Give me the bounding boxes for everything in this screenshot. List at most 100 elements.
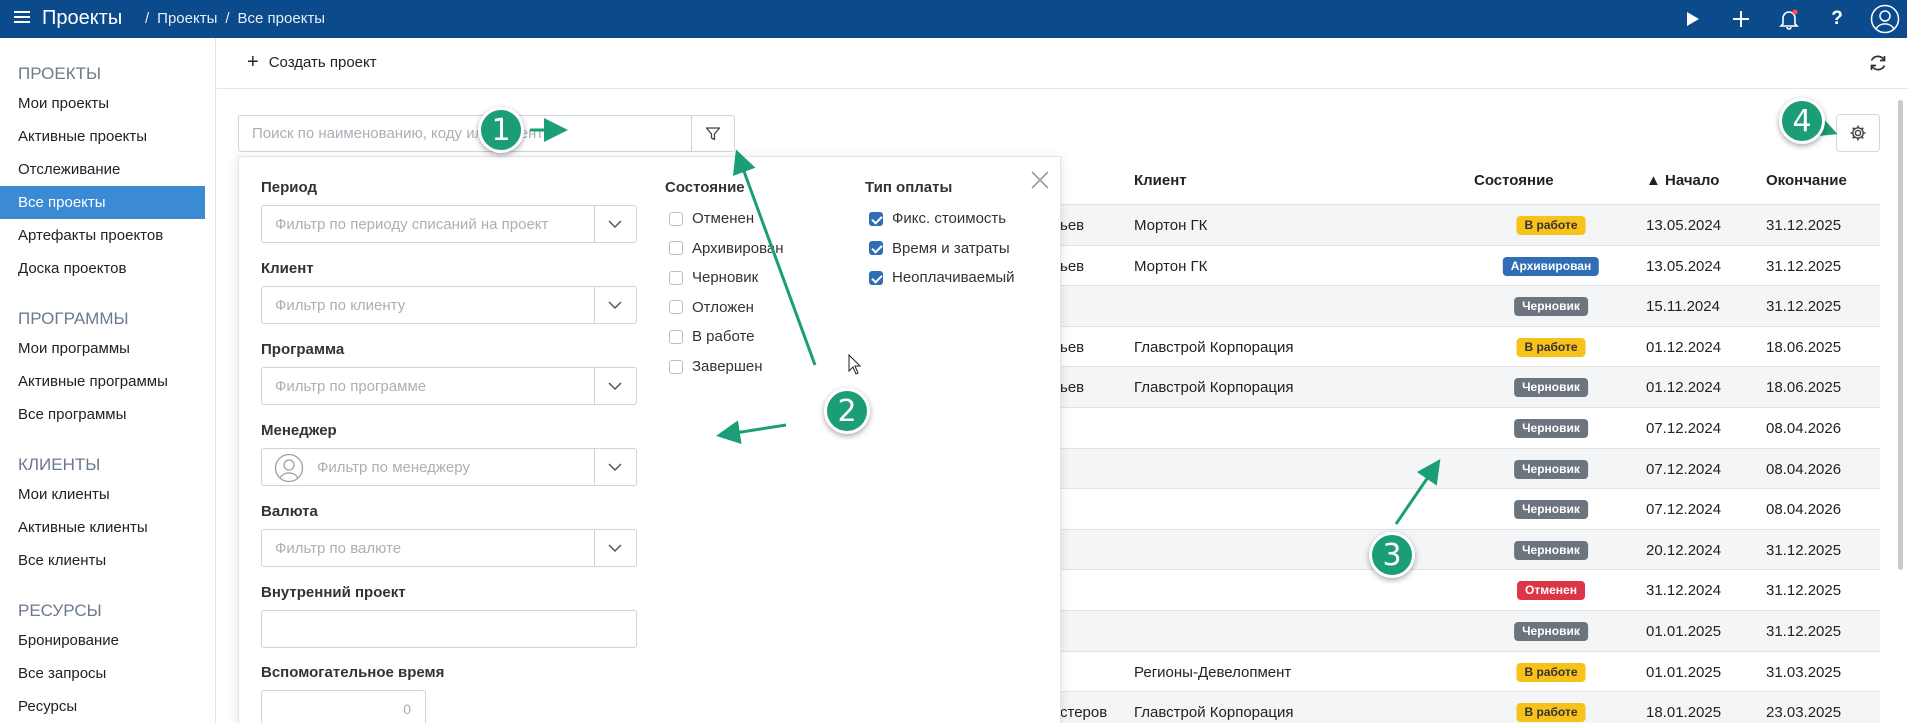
- table-row[interactable]: ьев Мортон ГК Архивирован 13.05.2024 31.12.2…: [1060, 244, 1880, 286]
- sidebar-item-project-artifacts[interactable]: Артефакты проектов: [0, 219, 205, 252]
- table-row[interactable]: Черновик 07.12.2024 08.04.2026: [1060, 407, 1880, 448]
- sidebar-item-active-programs[interactable]: Активные программы: [0, 365, 205, 398]
- program-label: Программа: [261, 341, 345, 358]
- gear-icon: [1850, 125, 1866, 141]
- column-header-end[interactable]: Окончание: [1766, 172, 1847, 189]
- sidebar-item-my-programs[interactable]: Мои программы: [0, 332, 205, 365]
- checkbox-box[interactable]: [669, 241, 683, 256]
- avatar-icon: [274, 453, 304, 483]
- state-option-checkbox[interactable]: Отменен: [669, 210, 754, 227]
- payment-option-checkbox[interactable]: Время и затраты: [869, 240, 1010, 257]
- sidebar-item-all-clients[interactable]: Все клиенты: [0, 544, 205, 577]
- table-row[interactable]: Черновик 07.12.2024 08.04.2026: [1060, 447, 1880, 489]
- manager-placeholder: Фильтр по менеджеру: [317, 459, 470, 476]
- cell-end-date: 18.06.2025: [1766, 379, 1842, 397]
- app-title[interactable]: Проекты: [42, 7, 122, 30]
- table-row[interactable]: ьев Мортон ГК В работе 13.05.2024 31.12.2025: [1060, 204, 1880, 245]
- cell-client: Главстрой Корпорация: [1134, 379, 1294, 397]
- payment-option-checkbox[interactable]: Неоплачиваемый: [869, 269, 1015, 286]
- sidebar-item-all-requests[interactable]: Все запросы: [0, 657, 205, 690]
- cell-owner: стеров: [1060, 704, 1108, 722]
- column-header-state[interactable]: Состояние: [1474, 172, 1554, 189]
- column-header-client[interactable]: Клиент: [1134, 172, 1187, 189]
- internal-project-field[interactable]: [261, 610, 637, 648]
- table-row[interactable]: Черновик 20.12.2024 31.12.2025: [1060, 528, 1880, 570]
- chevron-down-icon: [608, 463, 622, 472]
- sidebar-item-active-projects[interactable]: Активные проекты: [0, 120, 205, 153]
- client-placeholder: Фильтр по клиенту: [275, 297, 406, 314]
- checkbox-box[interactable]: [669, 211, 683, 226]
- breadcrumb-projects[interactable]: Проекты: [157, 10, 217, 27]
- status-badge: В работе: [1516, 703, 1586, 723]
- user-icon[interactable]: [1870, 4, 1900, 34]
- internal-project-label: Внутренний проект: [261, 584, 406, 601]
- table-settings-button[interactable]: [1836, 114, 1880, 152]
- table-row[interactable]: Черновик 07.12.2024 08.04.2026: [1060, 488, 1880, 529]
- create-project-button[interactable]: + Создать проект: [247, 52, 377, 72]
- status-badge: Черновик: [1514, 419, 1588, 438]
- scrollbar-thumb[interactable]: [1898, 100, 1903, 570]
- sidebar-item-all-programs[interactable]: Все программы: [0, 398, 205, 431]
- period-select[interactable]: Фильтр по периоду списаний на проект: [261, 205, 637, 243]
- plus-icon[interactable]: [1728, 6, 1754, 32]
- period-label: Период: [261, 179, 317, 196]
- sidebar-item-my-clients[interactable]: Мои клиенты: [0, 478, 205, 511]
- sidebar-item-resources[interactable]: Ресурсы: [0, 690, 205, 723]
- sidebar-item-project-board[interactable]: Доска проектов: [0, 252, 205, 285]
- sidebar-item-all-projects[interactable]: Все проекты: [0, 186, 205, 219]
- checkbox-box[interactable]: [869, 211, 883, 226]
- manager-select[interactable]: Фильтр по менеджеру: [261, 448, 637, 486]
- cell-client: Главстрой Корпорация: [1134, 338, 1294, 356]
- search-input[interactable]: [239, 116, 679, 151]
- program-placeholder: Фильтр по программе: [275, 378, 427, 395]
- payment-option-checkbox[interactable]: Фикс. стоимость: [869, 210, 1006, 227]
- checkbox-box[interactable]: [869, 241, 883, 256]
- cell-start-date: 07.12.2024: [1646, 460, 1722, 478]
- state-option-checkbox[interactable]: Черновик: [669, 269, 758, 286]
- sidebar-item-my-projects[interactable]: Мои проекты: [0, 87, 205, 120]
- chevron-down-icon: [608, 301, 622, 310]
- vertical-scrollbar[interactable]: [1895, 90, 1907, 723]
- table-row[interactable]: стеров Главстрой Корпорация В работе 18.01.…: [1060, 691, 1880, 723]
- checkbox-box[interactable]: [669, 300, 683, 315]
- checkbox-box[interactable]: [669, 329, 683, 344]
- bell-icon[interactable]: [1776, 6, 1802, 32]
- aux-time-field[interactable]: 0: [261, 690, 426, 723]
- cell-client: Регионы-Девелопмент: [1134, 663, 1292, 681]
- client-select[interactable]: Фильтр по клиенту: [261, 286, 637, 324]
- refresh-icon[interactable]: [1867, 52, 1889, 74]
- checkbox-box[interactable]: [669, 270, 683, 285]
- close-icon[interactable]: [1029, 169, 1051, 191]
- search-box: [238, 115, 692, 152]
- play-icon[interactable]: [1680, 6, 1706, 32]
- help-icon[interactable]: ?: [1824, 6, 1850, 32]
- table-row[interactable]: Регионы-Девелопмент В работе 01.01.2025 31.…: [1060, 650, 1880, 692]
- status-badge: Черновик: [1514, 622, 1588, 641]
- cell-start-date: 13.05.2024: [1646, 257, 1722, 275]
- menu-icon[interactable]: [14, 8, 30, 28]
- checkbox-label: Отменен: [692, 210, 755, 227]
- state-option-checkbox[interactable]: Завершен: [669, 358, 763, 375]
- table-row[interactable]: ьев Главстрой Корпорация Черновик 01.12.202…: [1060, 366, 1880, 408]
- table-row[interactable]: Черновик 15.11.2024 31.12.2025: [1060, 285, 1880, 327]
- chevron-down-icon: [608, 544, 622, 553]
- filter-button[interactable]: [691, 115, 735, 152]
- table-row[interactable]: ьев Главстрой Корпорация В работе 01.12.202…: [1060, 325, 1880, 367]
- state-option-checkbox[interactable]: Архивирован: [669, 240, 784, 257]
- state-option-checkbox[interactable]: Отложен: [669, 299, 754, 316]
- sidebar-item-booking[interactable]: Бронирование: [0, 624, 205, 657]
- currency-select[interactable]: Фильтр по валюте: [261, 529, 637, 567]
- cell-start-date: 01.12.2024: [1646, 379, 1722, 397]
- sidebar-item-tracking[interactable]: Отслеживание: [0, 153, 205, 186]
- column-header-start[interactable]: ▲ Начало: [1646, 172, 1719, 189]
- cell-start-date: 07.12.2024: [1646, 501, 1722, 519]
- table-row[interactable]: Отменен 31.12.2024 31.12.2025: [1060, 569, 1880, 610]
- checkbox-box[interactable]: [669, 359, 683, 374]
- checkbox-box[interactable]: [869, 270, 883, 285]
- program-select[interactable]: Фильтр по программе: [261, 367, 637, 405]
- table-row[interactable]: Черновик 01.01.2025 31.12.2025: [1060, 610, 1880, 651]
- cell-end-date: 31.03.2025: [1766, 663, 1842, 681]
- sidebar-item-active-clients[interactable]: Активные клиенты: [0, 511, 205, 544]
- state-option-checkbox[interactable]: В работе: [669, 328, 755, 345]
- checkbox-label: Время и затраты: [892, 239, 1010, 257]
